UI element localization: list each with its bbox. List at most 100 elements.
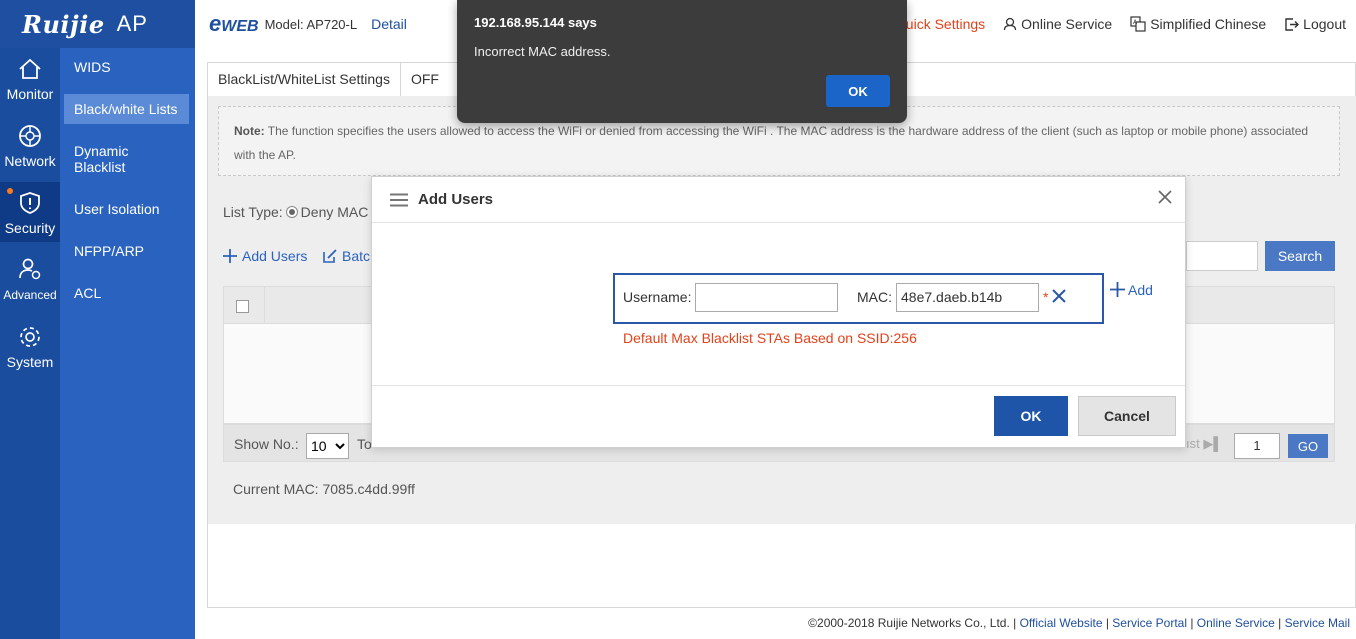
note-prefix: Note: (234, 124, 265, 138)
to-label: To (357, 436, 372, 452)
add-row-link[interactable]: Add (1109, 281, 1153, 298)
edit-icon (323, 249, 337, 263)
subnav-item-acl[interactable]: ACL (64, 285, 189, 301)
alert-origin: 192.168.95.144 says (474, 15, 597, 30)
plus-icon (1110, 282, 1125, 297)
nav-advanced-label: Advanced (3, 288, 57, 302)
subnav-item-black-white-lists[interactable]: Black/white Lists (64, 94, 189, 124)
tab-blacklist-whitelist-settings[interactable]: BlackList/WhiteList Settings (208, 63, 401, 96)
tab-off[interactable]: OFF (401, 63, 461, 96)
logout-icon (1285, 17, 1300, 31)
online-service-link[interactable]: Online Service (1003, 16, 1112, 32)
online-service-footer-link[interactable]: Online Service (1197, 616, 1275, 630)
alert-message: Incorrect MAC address. (474, 44, 611, 59)
page-size-select[interactable]: 10 (306, 433, 349, 459)
dialog-ok-button[interactable]: OK (994, 396, 1068, 436)
nav-network-label: Network (4, 153, 56, 169)
language-switch[interactable]: A Simplified Chinese (1130, 16, 1266, 32)
quick-settings-link[interactable]: uick Settings (906, 16, 985, 32)
batch-label: Batc (342, 248, 371, 264)
model-label: Model: AP720-L (264, 16, 358, 32)
shield-icon (20, 192, 40, 214)
subnav-item-wids[interactable]: WIDS (64, 59, 189, 75)
translate-icon: A (1130, 16, 1146, 32)
nav-monitor-label: Monitor (6, 86, 54, 102)
nav-security-label: Security (4, 220, 56, 236)
username-field[interactable] (695, 283, 838, 312)
nav-advanced[interactable]: Advanced (0, 256, 60, 302)
security-subnav: WIDS Black/white Lists Dynamic Blacklist… (60, 48, 195, 639)
home-icon (19, 58, 41, 79)
globe-icon (19, 125, 41, 147)
batch-link[interactable]: Batc (322, 248, 370, 264)
header-actions: uick Settings Online Service A Simplifie… (906, 0, 1346, 48)
nav-system[interactable]: System (0, 324, 60, 370)
service-portal-link[interactable]: Service Portal (1112, 616, 1187, 630)
alert-ok-button[interactable]: OK (826, 75, 890, 107)
subnav-item-nfpp-arp[interactable]: NFPP/ARP (64, 243, 189, 259)
last-label: ıst (1186, 436, 1200, 451)
username-label: Username: (623, 289, 692, 305)
notification-dot (7, 188, 13, 194)
online-service-label: Online Service (1021, 16, 1113, 32)
user-entry-row: Username: MAC: 48e7.daeb.b14b * (613, 273, 1104, 324)
language-label: Simplified Chinese (1150, 16, 1267, 32)
footer-sep: | (1187, 616, 1197, 630)
show-no-label: Show No.: (234, 436, 299, 452)
search-input[interactable] (1186, 241, 1258, 271)
brand-bar: Ruijie AP (0, 0, 195, 48)
note-text: The function specifies the users allowed… (234, 124, 1309, 162)
mac-field[interactable]: 48e7.daeb.b14b (896, 283, 1039, 312)
settings-tabs: BlackList/WhiteList Settings OFF (208, 63, 461, 96)
deny-mac-label: Deny MAC (300, 204, 369, 220)
add-users-link[interactable]: Add Users (222, 248, 307, 264)
required-marker: * (1043, 289, 1049, 305)
main-nav-rail: Monitor Network Security Advanced System (0, 48, 60, 639)
eweb-logo: eWEB (209, 11, 259, 36)
nav-system-label: System (6, 354, 54, 370)
dialog-header: Add Users (372, 177, 1185, 223)
product-label: AP (116, 11, 148, 36)
detail-link[interactable]: Detail (371, 16, 407, 32)
deny-mac-radio[interactable] (285, 206, 298, 218)
list-type: List Type: Deny MAC (223, 204, 368, 220)
dialog-cancel-button[interactable]: Cancel (1078, 396, 1176, 436)
column-divider (264, 287, 265, 324)
nav-network[interactable]: Network (0, 123, 60, 169)
plus-icon (223, 249, 237, 263)
go-button[interactable]: GO (1288, 434, 1328, 458)
footer-sep: | (1274, 616, 1285, 630)
add-users-dialog: Add Users Username: MAC: 48e7.daeb.b14b … (371, 176, 1186, 448)
official-website-link[interactable]: Official Website (1020, 616, 1103, 630)
current-mac: Current MAC: 7085.c4dd.99ff (233, 481, 415, 497)
max-blacklist-note: Default Max Blacklist STAs Based on SSID… (623, 330, 917, 346)
add-users-label: Add Users (242, 248, 308, 264)
search-button[interactable]: Search (1265, 241, 1335, 271)
page-number-input[interactable]: 1 (1234, 433, 1280, 459)
footer: ©2000-2018 Ruijie Networks Co., Ltd. | O… (808, 616, 1350, 630)
browser-alert: 192.168.95.144 says Incorrect MAC addres… (457, 0, 907, 123)
select-all-checkbox[interactable] (236, 300, 249, 313)
close-icon[interactable] (1157, 189, 1173, 205)
copyright: ©2000-2018 Ruijie Networks Co., Ltd. | (808, 616, 1020, 630)
service-mail-link[interactable]: Service Mail (1285, 616, 1350, 630)
gear-icon (20, 327, 40, 347)
subnav-item-dynamic-blacklist[interactable]: Dynamic Blacklist (64, 143, 144, 175)
user-gear-icon (19, 258, 41, 280)
nav-security[interactable]: Security (0, 182, 60, 242)
list-type-label: List Type: (223, 204, 283, 220)
logout-link[interactable]: Logout (1284, 16, 1346, 32)
dialog-footer: OK Cancel (372, 385, 1185, 447)
dialog-title: Add Users (418, 191, 494, 208)
ruijie-logo: Ruijie (22, 9, 105, 39)
mac-label: MAC: (857, 289, 892, 305)
add-row-label: Add (1128, 281, 1153, 298)
nav-monitor[interactable]: Monitor (0, 56, 60, 102)
last-page-link[interactable]: ıst ▶▌ (1186, 436, 1223, 452)
menu-icon (390, 193, 408, 206)
headset-icon (1004, 17, 1017, 31)
remove-row-icon[interactable] (1052, 289, 1066, 303)
logout-label: Logout (1303, 16, 1346, 32)
footer-sep: | (1102, 616, 1113, 630)
subnav-item-user-isolation[interactable]: User Isolation (64, 201, 189, 217)
